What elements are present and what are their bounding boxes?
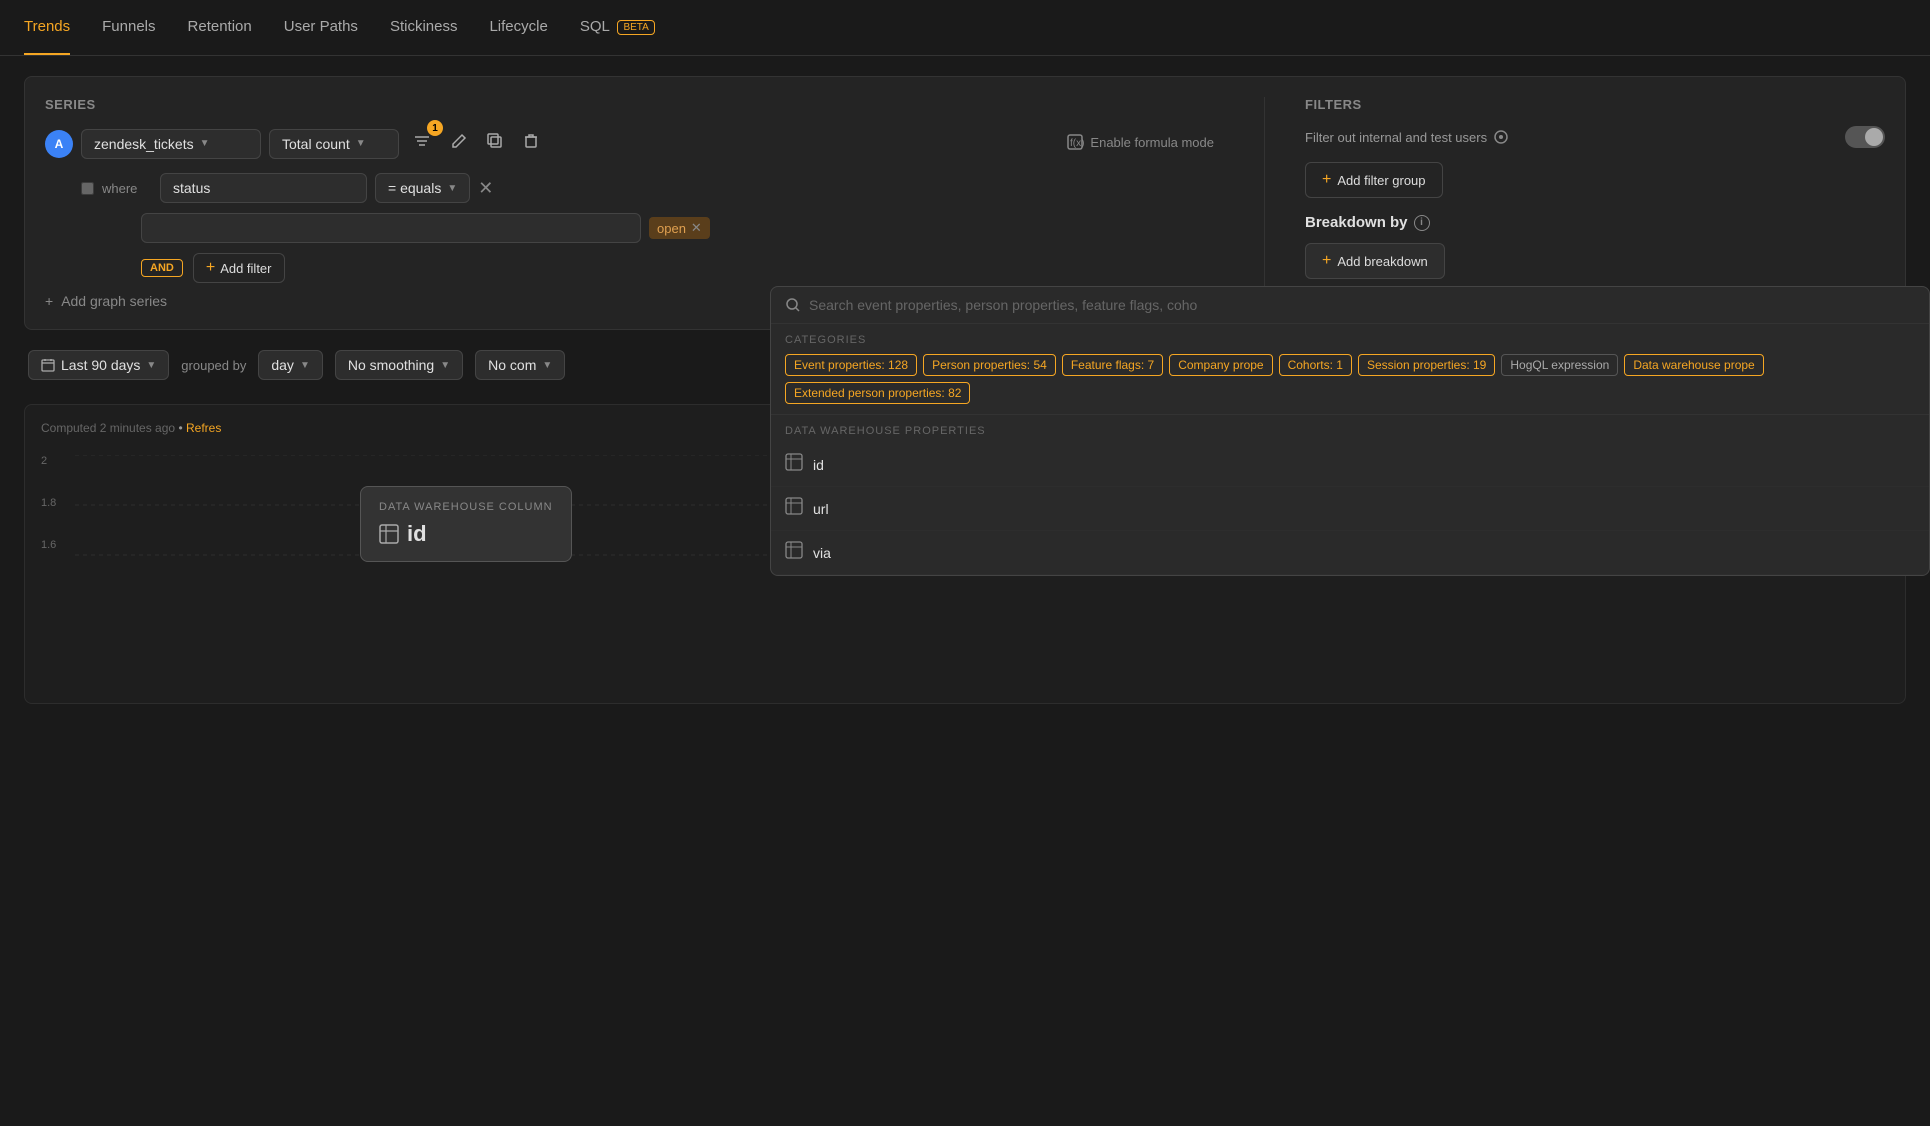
breakdown-title: Breakdown by i xyxy=(1305,214,1885,231)
edit-icon-button[interactable] xyxy=(445,127,473,160)
metric-dropdown[interactable]: Total count ▼ xyxy=(269,129,399,159)
filter-value-input[interactable] xyxy=(141,213,641,243)
svg-text:f(x): f(x) xyxy=(1070,138,1084,149)
categories-section: CATEGORIES Event properties: 128 Person … xyxy=(771,324,1929,415)
dw-section-label: DATA WAREHOUSE PROPERTIES xyxy=(771,415,1929,443)
plus-icon: + xyxy=(206,259,215,277)
table-icon xyxy=(785,453,803,476)
refresh-link[interactable]: Refres xyxy=(186,421,221,435)
compare-dropdown[interactable]: No com ▼ xyxy=(475,350,565,380)
table-icon xyxy=(785,541,803,564)
add-filter-group-button[interactable]: + Add filter group xyxy=(1305,162,1443,198)
filter-actions-row: AND + Add filter xyxy=(141,253,1016,283)
filter-value-tag: open ✕ xyxy=(649,217,710,239)
delete-icon-button[interactable] xyxy=(517,127,545,160)
search-input[interactable] xyxy=(809,297,1915,313)
filter-icon-container: 1 xyxy=(407,126,437,161)
smoothing-dropdown[interactable]: No smoothing ▼ xyxy=(335,350,463,380)
series-title: Series xyxy=(45,97,1016,112)
chevron-down-icon: ▼ xyxy=(542,360,552,371)
filter-toggle-switch[interactable] xyxy=(1845,126,1885,148)
series-row: A zendesk_tickets ▼ Total count ▼ xyxy=(45,126,1016,161)
dw-column-tooltip: DATA WAREHOUSE COLUMN id xyxy=(360,486,572,562)
formula-mode-button[interactable]: f(x) Enable formula mode xyxy=(1056,127,1224,157)
plus-icon: + xyxy=(45,293,53,309)
nav-funnels[interactable]: Funnels xyxy=(102,0,155,55)
chevron-down-icon: ▼ xyxy=(200,138,210,149)
where-row: where status = equals ▼ ✕ xyxy=(81,173,1016,203)
nav-stickiness[interactable]: Stickiness xyxy=(390,0,458,55)
info-icon[interactable]: i xyxy=(1414,215,1430,231)
search-dropdown: CATEGORIES Event properties: 128 Person … xyxy=(770,286,1930,576)
category-extended-person[interactable]: Extended person properties: 82 xyxy=(785,382,970,404)
dw-tooltip-label: DATA WAREHOUSE COLUMN xyxy=(379,501,553,513)
event-dropdown[interactable]: zendesk_tickets ▼ xyxy=(81,129,261,159)
chevron-down-icon: ▼ xyxy=(447,183,457,194)
filter-value-row: open ✕ xyxy=(141,213,1016,243)
chart-y-labels: 2 1.8 1.6 xyxy=(41,455,56,551)
add-filter-button[interactable]: + Add filter xyxy=(193,253,285,283)
group-by-dropdown[interactable]: day ▼ xyxy=(258,350,322,380)
table-icon xyxy=(785,497,803,520)
close-filter-button[interactable]: ✕ xyxy=(478,179,493,197)
y-label-1-8: 1.8 xyxy=(41,497,56,509)
notification-badge: 1 xyxy=(427,120,443,136)
formula-section: f(x) Enable formula mode xyxy=(1056,97,1224,309)
dw-tooltip-value: id xyxy=(379,521,553,547)
filter-operator-dropdown[interactable]: = equals ▼ xyxy=(375,173,470,203)
series-badge: A xyxy=(45,130,73,158)
beta-badge: BETA xyxy=(617,20,654,35)
plus-icon: + xyxy=(1322,171,1331,189)
dw-item-via[interactable]: via xyxy=(771,531,1929,575)
grouped-by-label: grouped by xyxy=(181,358,246,373)
filter-internal-label: Filter out internal and test users xyxy=(1305,129,1509,145)
top-nav: Trends Funnels Retention User Paths Stic… xyxy=(0,0,1930,56)
nav-lifecycle[interactable]: Lifecycle xyxy=(489,0,547,55)
y-label-1-6: 1.6 xyxy=(41,539,56,551)
chevron-down-icon: ▼ xyxy=(356,138,366,149)
date-range-dropdown[interactable]: Last 90 days ▼ xyxy=(28,350,169,380)
where-label: where xyxy=(102,181,152,196)
chevron-down-icon: ▼ xyxy=(146,360,156,371)
and-badge: AND xyxy=(141,259,183,277)
main-content: Series A zendesk_tickets ▼ Total count ▼ xyxy=(0,56,1930,724)
chevron-down-icon: ▼ xyxy=(440,360,450,371)
category-dw-props[interactable]: Data warehouse prope xyxy=(1624,354,1763,376)
tag-close-icon[interactable]: ✕ xyxy=(691,220,702,236)
nav-retention[interactable]: Retention xyxy=(188,0,252,55)
filter-toggle-row: Filter out internal and test users xyxy=(1305,126,1885,148)
settings-icon xyxy=(1493,129,1509,145)
category-tags: Event properties: 128 Person properties:… xyxy=(785,354,1915,404)
filters-section: Filters Filter out internal and test use… xyxy=(1305,97,1885,309)
category-person-props[interactable]: Person properties: 54 xyxy=(923,354,1056,376)
filter-field-input[interactable]: status xyxy=(160,173,367,203)
category-company-props[interactable]: Company prope xyxy=(1169,354,1272,376)
category-feature-flags[interactable]: Feature flags: 7 xyxy=(1062,354,1163,376)
dw-item-id[interactable]: id xyxy=(771,443,1929,487)
plus-icon: + xyxy=(1322,252,1331,270)
dw-item-url[interactable]: url xyxy=(771,487,1929,531)
search-icon xyxy=(785,297,801,313)
chevron-down-icon: ▼ xyxy=(300,360,310,371)
category-hogql[interactable]: HogQL expression xyxy=(1501,354,1618,376)
where-checkbox[interactable] xyxy=(81,182,94,195)
categories-label: CATEGORIES xyxy=(785,334,1915,346)
calendar-icon xyxy=(41,358,55,372)
nav-trends[interactable]: Trends xyxy=(24,0,70,55)
nav-sql[interactable]: SQL BETA xyxy=(580,0,655,55)
duplicate-icon-button[interactable] xyxy=(481,127,509,160)
vertical-divider xyxy=(1264,97,1265,309)
search-bar xyxy=(771,287,1929,324)
category-cohorts[interactable]: Cohorts: 1 xyxy=(1279,354,1352,376)
nav-user-paths[interactable]: User Paths xyxy=(284,0,358,55)
table-icon xyxy=(379,524,399,544)
series-section: Series A zendesk_tickets ▼ Total count ▼ xyxy=(45,97,1016,309)
filters-title: Filters xyxy=(1305,97,1885,112)
category-session-props[interactable]: Session properties: 19 xyxy=(1358,354,1495,376)
add-breakdown-button[interactable]: + Add breakdown xyxy=(1305,243,1445,279)
category-event-props[interactable]: Event properties: 128 xyxy=(785,354,917,376)
y-label-2: 2 xyxy=(41,455,56,467)
